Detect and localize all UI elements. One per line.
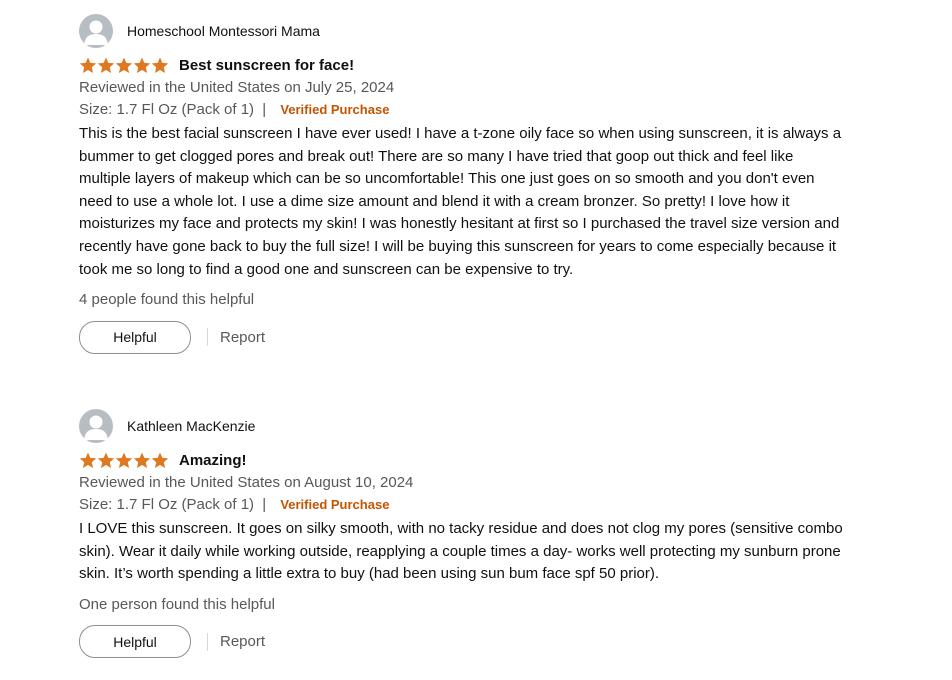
size-variant[interactable]: Size: 1.7 Fl Oz (Pack of 1) xyxy=(79,101,254,118)
reviewer-profile[interactable]: Homeschool Montessori Mama xyxy=(79,14,849,48)
helpful-count: One person found this helpful xyxy=(79,595,275,613)
review-variant-line: Size: 1.7 Fl Oz (Pack of 1) | Verified P… xyxy=(79,99,849,121)
helpful-button[interactable]: Helpful xyxy=(79,320,191,354)
review-title[interactable]: Amazing! xyxy=(179,452,247,469)
review-body: I LOVE this sunscreen. It goes on silky … xyxy=(79,520,843,583)
review-title-row: Best sunscreen for face! xyxy=(79,54,849,76)
star-icon xyxy=(133,57,151,73)
report-link[interactable]: Report xyxy=(220,329,265,346)
verified-purchase-badge: Verified Purchase xyxy=(280,102,390,117)
review-title-row: Amazing! xyxy=(79,449,849,471)
review-actions: Helpful Report xyxy=(79,320,849,354)
reviewer-name[interactable]: Homeschool Montessori Mama xyxy=(127,23,320,39)
star-icon xyxy=(151,452,169,468)
star-icon xyxy=(79,57,97,73)
user-silhouette-icon xyxy=(84,415,108,440)
star-rating[interactable] xyxy=(79,56,169,74)
size-variant[interactable]: Size: 1.7 Fl Oz (Pack of 1) xyxy=(79,496,254,513)
star-icon xyxy=(97,57,115,73)
helpful-button[interactable]: Helpful xyxy=(79,625,191,659)
avatar[interactable] xyxy=(79,14,113,48)
reviewer-profile[interactable]: Kathleen MacKenzie xyxy=(79,409,849,443)
star-icon xyxy=(115,452,133,468)
review-title[interactable]: Best sunscreen for face! xyxy=(179,57,354,74)
star-icon xyxy=(97,452,115,468)
review-body: This is the best facial sunscreen I have… xyxy=(79,125,842,278)
report-link[interactable]: Report xyxy=(220,633,265,650)
review-card: Kathleen MacKenzie Amazing! Reviewed in … xyxy=(79,409,849,659)
verified-purchase-badge: Verified Purchase xyxy=(280,497,390,512)
helpful-count: 4 people found this helpful xyxy=(79,291,255,309)
review-date: Reviewed in the United States on July 25… xyxy=(79,79,395,96)
review-variant-line: Size: 1.7 Fl Oz (Pack of 1) | Verified P… xyxy=(79,494,849,516)
separator: | xyxy=(262,101,267,118)
user-silhouette-icon xyxy=(84,20,108,45)
star-icon xyxy=(151,57,169,73)
review-card: Homeschool Montessori Mama Best sunscree… xyxy=(79,14,849,354)
separator: | xyxy=(262,496,267,513)
divider xyxy=(207,328,208,347)
star-icon xyxy=(79,452,97,468)
star-icon xyxy=(133,452,151,468)
star-icon xyxy=(115,57,133,73)
reviewer-name[interactable]: Kathleen MacKenzie xyxy=(127,418,255,434)
divider xyxy=(207,632,208,651)
avatar[interactable] xyxy=(79,409,113,443)
review-actions: Helpful Report xyxy=(79,625,849,659)
star-rating[interactable] xyxy=(79,451,169,469)
review-date: Reviewed in the United States on August … xyxy=(79,474,414,491)
